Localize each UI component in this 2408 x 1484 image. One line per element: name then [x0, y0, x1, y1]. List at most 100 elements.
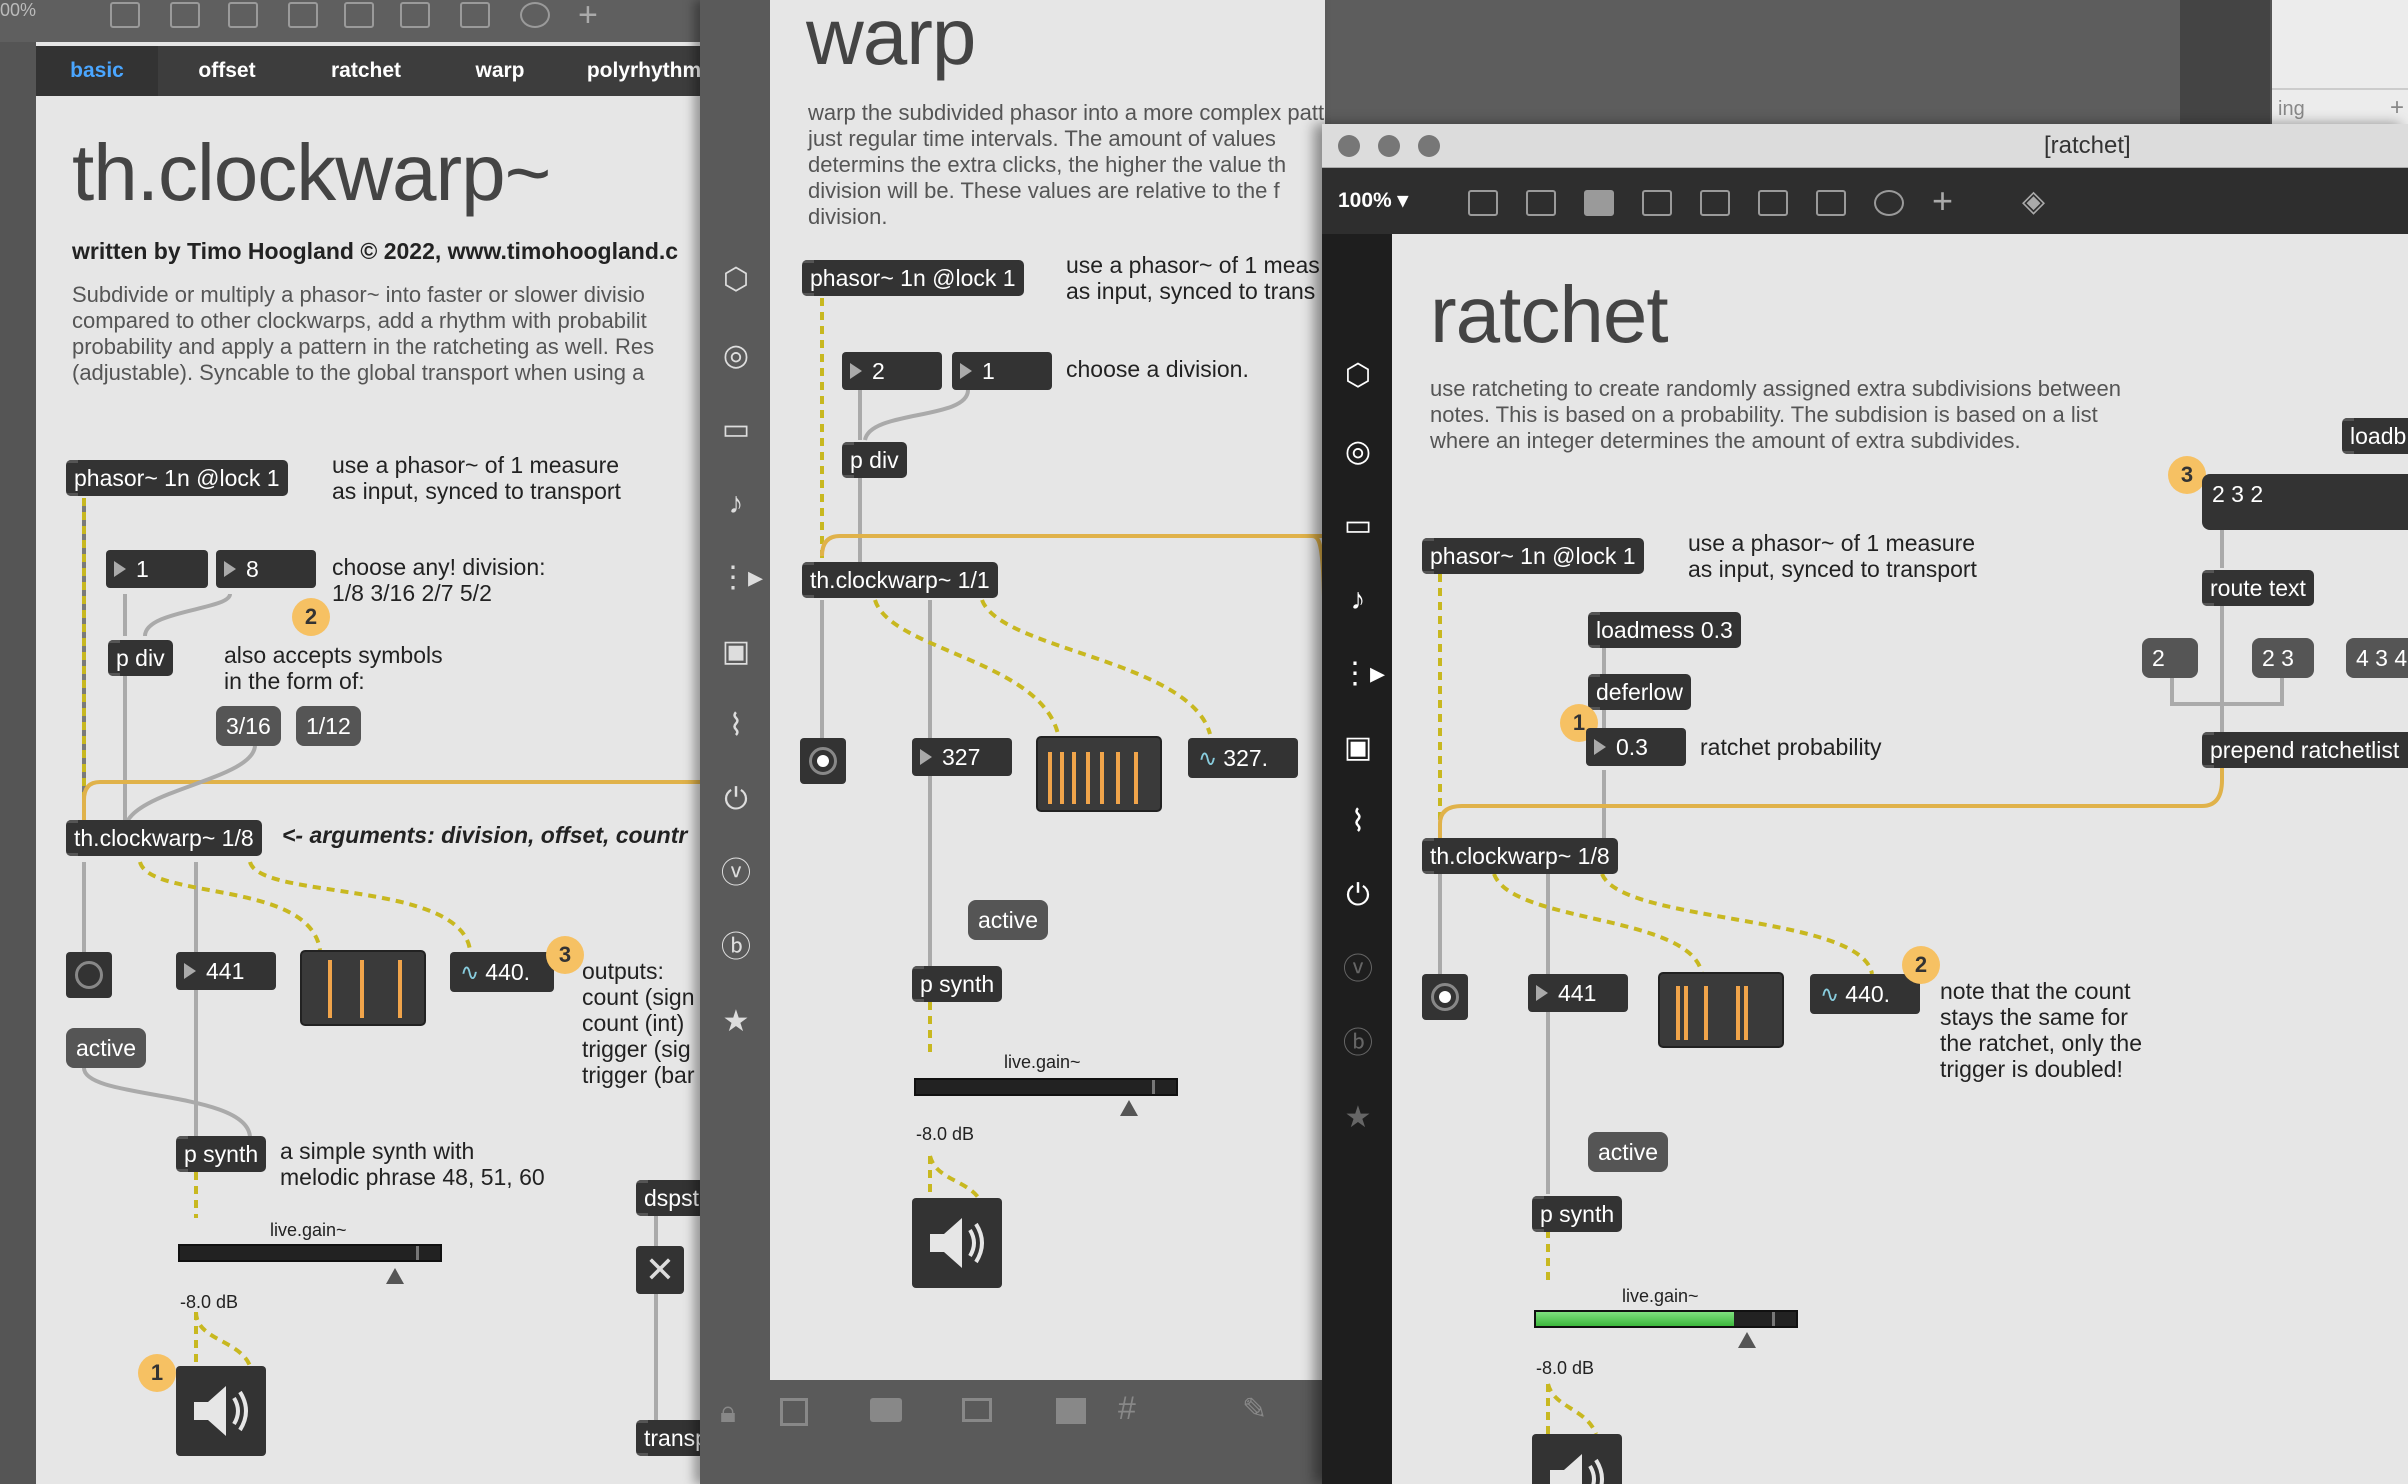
warp-p-div-object[interactable]: p div — [842, 442, 907, 478]
dspstate-object[interactable]: dspst — [636, 1180, 707, 1216]
ratchet-p-synth-object[interactable]: p synth — [1532, 1196, 1623, 1232]
warp-tilde-icon: ∿ — [1198, 745, 1218, 771]
bottom-toolbar: 🔒︎ # ✎ — [700, 1380, 1325, 1484]
warp-speaker-icon — [930, 1218, 984, 1268]
p-div-object[interactable]: p div — [108, 640, 173, 676]
ratchet-gain-fill — [1772, 1312, 1796, 1326]
warp-count-number-box[interactable]: 327 — [912, 738, 1012, 776]
message-2[interactable]: 2 — [2142, 638, 2198, 678]
wand-icon[interactable]: ✎ — [1242, 1392, 1267, 1427]
ratchet-speaker-icon — [1550, 1454, 1604, 1484]
warp-speaker-button[interactable] — [912, 1198, 1002, 1288]
message-4-3-4[interactable]: 4 3 4 — [2346, 638, 2408, 678]
deferlow-object[interactable]: deferlow — [1588, 674, 1691, 710]
warp-toggle-button[interactable] — [800, 738, 846, 784]
prepend-object[interactable]: prepend ratchetlist — [2202, 732, 2408, 768]
route-text-object[interactable]: route text — [2202, 570, 2314, 606]
select-icon[interactable] — [780, 1398, 808, 1426]
symbols-comment: also accepts symbols in the form of: — [224, 642, 443, 694]
ratchet-active-message[interactable]: active — [1588, 1132, 1669, 1172]
clockwarp-object[interactable]: th.clockwarp~ 1/8 — [66, 820, 262, 856]
ratchet-gain-meter — [1536, 1312, 1734, 1326]
ratchet-trigger-scope — [1658, 972, 1784, 1048]
number-box-b[interactable]: 8 — [216, 550, 316, 588]
warp-division-comment: choose a division. — [1066, 356, 1249, 382]
probability-comment: ratchet probability — [1700, 734, 1882, 760]
outputs-comment: outputs: count (sign count (int) trigger… — [582, 958, 695, 1088]
window-ratchet: [ratchet] 100% ▾ + ◈ ⬡ ◎ ▭ ♪ ⋮▸ ▣ ⌇ ⏻ ⓥ … — [1322, 124, 2408, 1484]
warp-signal-number-box[interactable]: ∿ 327. — [1188, 738, 1298, 778]
loadbang-object[interactable]: loadb — [2342, 418, 2408, 454]
gain-thumb-icon[interactable] — [386, 1268, 404, 1284]
warp-phasor-comment: use a phasor~ of 1 meas as input, synced… — [1066, 252, 1320, 304]
ratchet-patch-cords — [1438, 528, 2284, 1435]
synth-comment: a simple synth with melodic phrase 48, 5… — [280, 1138, 545, 1190]
ratchet-toggle-button[interactable] — [1422, 974, 1468, 1020]
phasor-comment: use a phasor~ of 1 measure as input, syn… — [332, 452, 621, 504]
ratchet-note-comment: note that the count stays the same for t… — [1940, 978, 2143, 1082]
gain-db-readout: -8.0 dB — [180, 1292, 239, 1312]
window-basic: 00% + basic offset ratchet warp polyrhyt… — [0, 0, 720, 1484]
warp-clockwarp-object[interactable]: th.clockwarp~ 1/1 — [802, 562, 998, 598]
probability-number-box[interactable]: 0.3 — [1586, 728, 1686, 766]
number-box-a[interactable]: 1 — [106, 550, 208, 588]
message-2-3[interactable]: 2 3 — [2252, 638, 2314, 678]
background-plus-icon[interactable]: + — [2390, 94, 2404, 122]
toggle-button[interactable] — [66, 952, 112, 998]
phasor-object[interactable]: phasor~ 1n @lock 1 — [66, 460, 288, 496]
background-window-dark — [2180, 0, 2270, 124]
warp-gain-label: live.gain~ — [1004, 1052, 1081, 1072]
ratchet-tilde-icon: ∿ — [1820, 981, 1840, 1007]
warp-active-message[interactable]: active — [968, 900, 1049, 940]
ratchet-clockwarp-object[interactable]: th.clockwarp~ 1/8 — [1422, 838, 1618, 874]
step-badge-2: 2 — [292, 598, 330, 636]
window-warp: ⬡ ◎ ▭ ♪ ⋮▸ ▣ ⌇ ⏻ ⓥ ⓑ ★ 🔒︎ # ✎ warp warp … — [700, 0, 1325, 1484]
warp-phasor-object[interactable]: phasor~ 1n @lock 1 — [802, 260, 1024, 296]
active-message[interactable]: active — [66, 1028, 147, 1068]
count-number-box[interactable]: 441 — [176, 952, 276, 990]
trigger-scope — [300, 950, 426, 1026]
p-synth-object[interactable]: p synth — [176, 1136, 267, 1172]
ratchet-gain-label: live.gain~ — [1622, 1286, 1699, 1306]
signal-number-box[interactable]: ∿ 440. — [450, 952, 554, 992]
warp-gain-fill — [1152, 1080, 1176, 1094]
ratchet-signal-number-box[interactable]: ∿ 440. — [1810, 974, 1920, 1014]
speaker-button[interactable] — [176, 1366, 266, 1456]
gain-fill — [416, 1246, 440, 1260]
close-x-button[interactable]: ✕ — [636, 1246, 684, 1294]
ratchet-gain-slider[interactable] — [1534, 1310, 1798, 1328]
background-divider — [2272, 88, 2408, 90]
warp-trigger-scope — [1036, 736, 1162, 812]
gain-label: live.gain~ — [270, 1220, 347, 1240]
ratchet-speaker-button[interactable] — [1532, 1434, 1622, 1484]
division-comment: choose any! division: 1/8 3/16 2/7 5/2 — [332, 554, 546, 606]
message-1-12[interactable]: 1/12 — [296, 706, 361, 746]
warp-gain-slider[interactable] — [914, 1078, 1178, 1096]
arguments-comment: <- arguments: division, offset, countr — [282, 822, 688, 848]
windows-icon[interactable] — [962, 1398, 992, 1422]
loadmess-object[interactable]: loadmess 0.3 — [1588, 612, 1741, 648]
warp-number-box-a[interactable]: 2 — [842, 352, 942, 390]
list-message[interactable]: 2 3 2 — [2202, 474, 2408, 530]
step-badge-1: 1 — [138, 1354, 176, 1392]
align-icon[interactable] — [1056, 1398, 1086, 1424]
warp-p-synth-object[interactable]: p synth — [912, 966, 1003, 1002]
comment-bubble-icon[interactable] — [870, 1398, 902, 1422]
ratchet-step-badge-3: 3 — [2168, 456, 2206, 494]
ratchet-phasor-object[interactable]: phasor~ 1n @lock 1 — [1422, 538, 1644, 574]
ratchet-step-badge-2: 2 — [1902, 946, 1940, 984]
grid-icon[interactable]: # — [1118, 1390, 1136, 1427]
background-window: ing + — [2270, 0, 2408, 124]
gain-slider[interactable] — [178, 1244, 442, 1262]
lock-icon[interactable]: 🔒︎ — [720, 1396, 736, 1430]
ratchet-gain-thumb-icon[interactable] — [1738, 1332, 1756, 1348]
ratchet-count-number-box[interactable]: 441 — [1528, 974, 1628, 1012]
warp-gain-thumb-icon[interactable] — [1120, 1100, 1138, 1116]
signal-value: 440. — [485, 959, 531, 985]
warp-number-box-b[interactable]: 1 — [952, 352, 1052, 390]
background-text: ing — [2278, 98, 2305, 120]
message-3-16[interactable]: 3/16 — [216, 706, 281, 746]
ratchet-gain-db-readout: -8.0 dB — [1536, 1358, 1595, 1378]
step-badge-3: 3 — [546, 936, 584, 974]
ratchet-phasor-comment: use a phasor~ of 1 measure as input, syn… — [1688, 530, 1977, 582]
